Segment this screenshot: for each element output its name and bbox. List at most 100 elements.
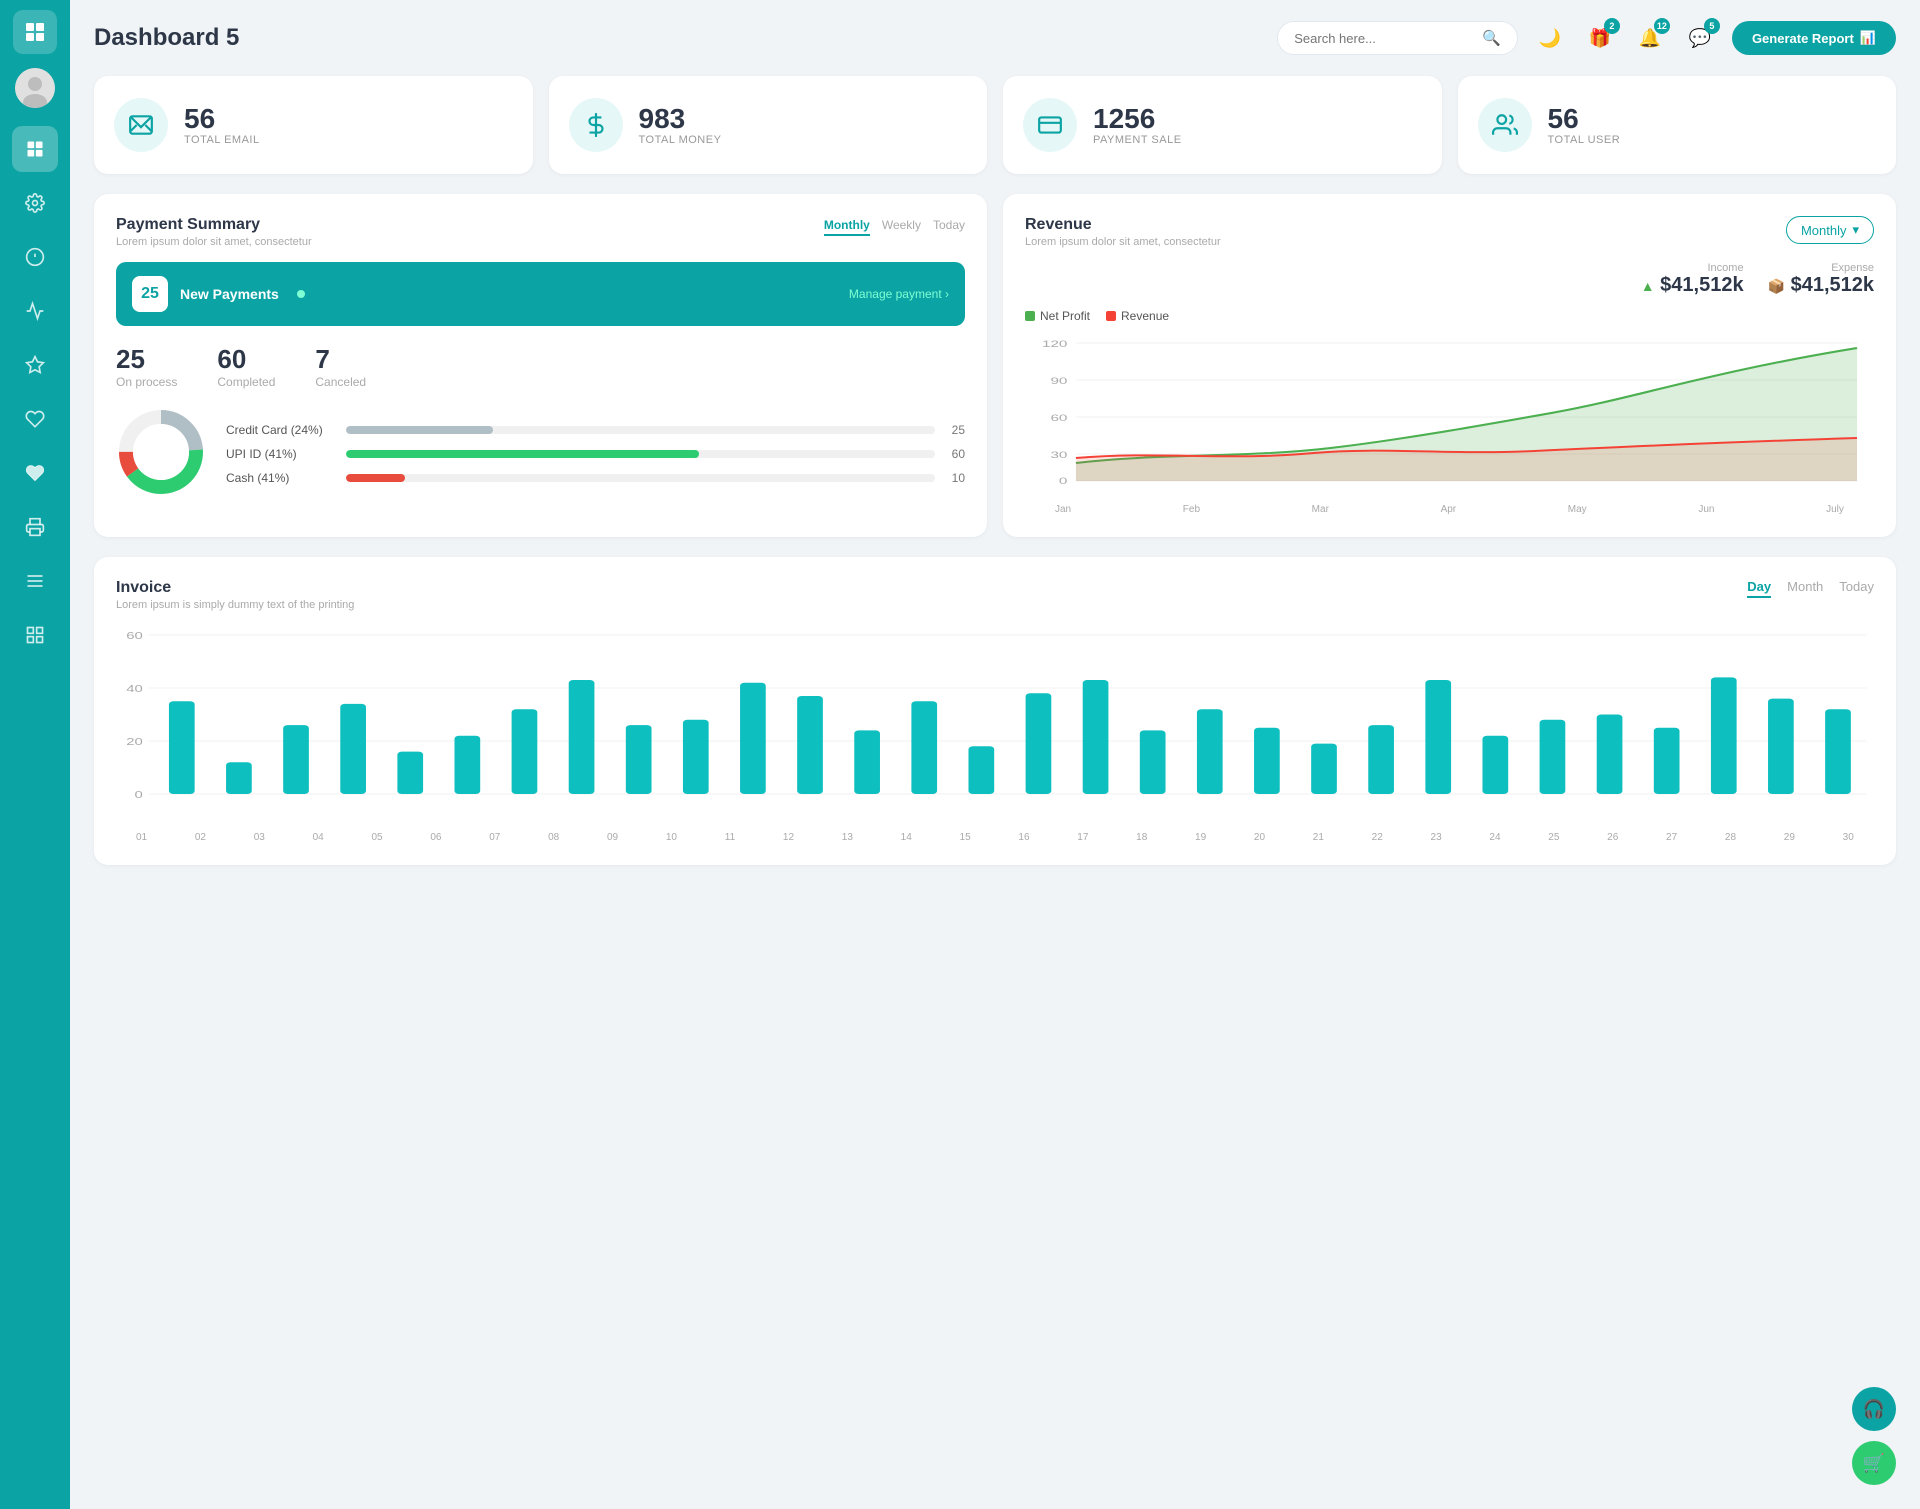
search-input[interactable] bbox=[1294, 31, 1474, 46]
bar-13[interactable] bbox=[854, 730, 880, 794]
bar-20[interactable] bbox=[1254, 728, 1280, 794]
bar-12[interactable] bbox=[797, 696, 823, 794]
invoice-chart-svg: 60 40 20 0 bbox=[116, 625, 1874, 825]
bar-15[interactable] bbox=[968, 746, 994, 794]
invoice-tab-day[interactable]: Day bbox=[1747, 579, 1771, 598]
bar-14[interactable] bbox=[911, 701, 937, 794]
bar-24[interactable] bbox=[1482, 736, 1508, 794]
manage-payment-link[interactable]: Manage payment › bbox=[849, 287, 949, 301]
sidebar-logo[interactable] bbox=[13, 10, 57, 54]
tab-monthly[interactable]: Monthly bbox=[824, 216, 870, 236]
bar-01[interactable] bbox=[169, 701, 195, 794]
fab-container: 🎧 🛒 bbox=[1852, 1387, 1896, 1485]
bar-03[interactable] bbox=[283, 725, 309, 794]
payment-icon bbox=[1023, 98, 1077, 152]
x-label-apr: Apr bbox=[1441, 504, 1457, 515]
x-label-09: 09 bbox=[607, 832, 618, 843]
progress-cash: Cash (41%) 10 bbox=[226, 471, 965, 485]
invoice-subtitle: Lorem ipsum is simply dummy text of the … bbox=[116, 599, 354, 611]
payment-tabs: Monthly Weekly Today bbox=[824, 216, 965, 236]
bar-26[interactable] bbox=[1597, 715, 1623, 795]
bar-30[interactable] bbox=[1825, 709, 1851, 794]
svg-text:90: 90 bbox=[1050, 376, 1067, 386]
tab-weekly[interactable]: Weekly bbox=[882, 216, 921, 236]
revenue-header: Revenue Lorem ipsum dolor sit amet, cons… bbox=[1025, 216, 1874, 248]
tab-today[interactable]: Today bbox=[933, 216, 965, 236]
x-label-04: 04 bbox=[313, 832, 324, 843]
bar-11[interactable] bbox=[740, 683, 766, 794]
completed-count: 60 bbox=[217, 344, 275, 375]
stat-cards: 56 TOTAL EMAIL 983 TOTAL MONEY bbox=[94, 76, 1896, 174]
revenue-x-labels: Jan Feb Mar Apr May Jun July bbox=[1025, 504, 1874, 515]
bar-25[interactable] bbox=[1540, 720, 1566, 794]
search-box[interactable]: 🔍 bbox=[1277, 21, 1518, 55]
x-label-26: 26 bbox=[1607, 832, 1618, 843]
bar-02[interactable] bbox=[226, 762, 252, 794]
bar-18[interactable] bbox=[1140, 730, 1166, 794]
bar-16[interactable] bbox=[1026, 693, 1052, 794]
invoice-tab-today[interactable]: Today bbox=[1839, 579, 1874, 598]
bar-17[interactable] bbox=[1083, 680, 1109, 794]
gift-button[interactable]: 🎁 2 bbox=[1582, 20, 1618, 56]
bar-08[interactable] bbox=[569, 680, 595, 794]
header-actions: 🔍 🌙 🎁 2 🔔 12 💬 5 Generate Report 📊 bbox=[1277, 20, 1896, 56]
x-label-05: 05 bbox=[372, 832, 383, 843]
payment-label: PAYMENT SALE bbox=[1093, 134, 1182, 146]
stat-card-payment: 1256 PAYMENT SALE bbox=[1003, 76, 1442, 174]
sidebar-item-settings[interactable] bbox=[12, 180, 58, 226]
sidebar-item-heart2[interactable] bbox=[12, 450, 58, 496]
x-label-13: 13 bbox=[842, 832, 853, 843]
x-label-may: May bbox=[1568, 504, 1587, 515]
svg-text:60: 60 bbox=[126, 630, 143, 641]
sidebar-item-info[interactable] bbox=[12, 234, 58, 280]
sidebar-item-chart[interactable] bbox=[12, 288, 58, 334]
revenue-monthly-dropdown[interactable]: Monthly ▾ bbox=[1786, 216, 1874, 244]
revenue-card: Revenue Lorem ipsum dolor sit amet, cons… bbox=[1003, 194, 1896, 537]
bar-23[interactable] bbox=[1425, 680, 1451, 794]
stat-card-user: 56 TOTAL USER bbox=[1458, 76, 1897, 174]
credit-card-bar-fill bbox=[346, 426, 493, 434]
x-label-28: 28 bbox=[1725, 832, 1736, 843]
bar-04[interactable] bbox=[340, 704, 366, 794]
upi-value: 60 bbox=[945, 447, 965, 461]
sidebar-item-star[interactable] bbox=[12, 342, 58, 388]
x-label-25: 25 bbox=[1548, 832, 1559, 843]
sidebar-item-list[interactable] bbox=[12, 612, 58, 658]
theme-toggle[interactable]: 🌙 bbox=[1532, 20, 1568, 56]
bar-10[interactable] bbox=[683, 720, 709, 794]
upi-bar-bg bbox=[346, 450, 935, 458]
payment-count: 1256 bbox=[1093, 104, 1182, 135]
cart-fab[interactable]: 🛒 bbox=[1852, 1441, 1896, 1485]
bar-27[interactable] bbox=[1654, 728, 1680, 794]
sidebar-item-print[interactable] bbox=[12, 504, 58, 550]
invoice-x-labels: 0102030405060708091011121314151617181920… bbox=[116, 832, 1874, 843]
bar-05[interactable] bbox=[397, 752, 423, 794]
bar-09[interactable] bbox=[626, 725, 652, 794]
invoice-tab-month[interactable]: Month bbox=[1787, 579, 1823, 598]
bar-28[interactable] bbox=[1711, 677, 1737, 794]
bell-button[interactable]: 🔔 12 bbox=[1632, 20, 1668, 56]
invoice-bar-chart: 60 40 20 0 01020304050607080910111213141… bbox=[116, 625, 1874, 843]
revenue-chart-svg: 120 90 60 30 0 bbox=[1025, 333, 1874, 503]
sidebar-item-heart[interactable] bbox=[12, 396, 58, 442]
sidebar-item-menu[interactable] bbox=[12, 558, 58, 604]
generate-report-button[interactable]: Generate Report 📊 bbox=[1732, 21, 1896, 55]
stat-card-email: 56 TOTAL EMAIL bbox=[94, 76, 533, 174]
chat-button[interactable]: 💬 5 bbox=[1682, 20, 1718, 56]
bar-21[interactable] bbox=[1311, 744, 1337, 794]
expense-item: Expense 📦 $41,512k bbox=[1768, 262, 1874, 297]
bar-07[interactable] bbox=[512, 709, 538, 794]
bar-22[interactable] bbox=[1368, 725, 1394, 794]
bar-19[interactable] bbox=[1197, 709, 1223, 794]
chevron-down-icon: ▾ bbox=[1852, 222, 1859, 238]
x-label-12: 12 bbox=[783, 832, 794, 843]
bar-06[interactable] bbox=[455, 736, 481, 794]
user-avatar[interactable] bbox=[15, 68, 55, 108]
chat-badge: 5 bbox=[1704, 18, 1720, 34]
bar-29[interactable] bbox=[1768, 699, 1794, 794]
invoice-card: Invoice Lorem ipsum is simply dummy text… bbox=[94, 557, 1896, 865]
stat-card-money: 983 TOTAL MONEY bbox=[549, 76, 988, 174]
sidebar-item-dashboard[interactable] bbox=[12, 126, 58, 172]
support-fab[interactable]: 🎧 bbox=[1852, 1387, 1896, 1431]
on-process-count: 25 bbox=[116, 344, 177, 375]
